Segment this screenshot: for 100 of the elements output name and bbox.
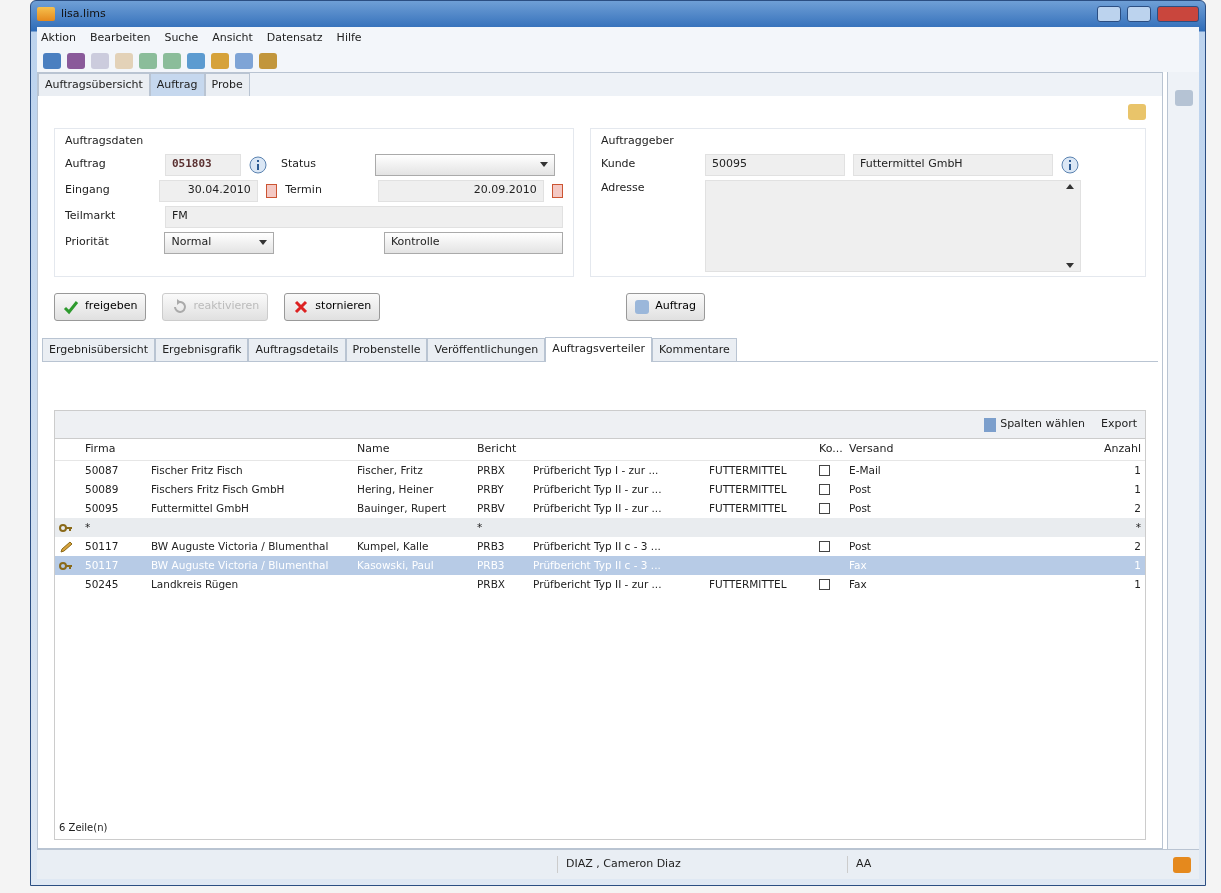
column-header: Ko...	[819, 441, 843, 458]
tab[interactable]: Veröffentlichungen	[427, 337, 546, 361]
info-button[interactable]	[249, 155, 267, 174]
scroll-down-icon	[1066, 262, 1074, 268]
customer-number-field[interactable]: 50095	[705, 153, 845, 176]
group-title: Auftraggeber	[601, 133, 675, 149]
menu-item[interactable]: Hilfe	[336, 30, 362, 47]
menu-item[interactable]: Suche	[164, 30, 199, 47]
refresh-icon	[171, 298, 188, 315]
action-button[interactable]: freigeben	[54, 292, 147, 321]
table-row[interactable]: 50117 BW Auguste Victoria / Blumenthal Kumpel, Kalle PRB3 Prüfbericht Typ II c - 3 ... Post 2	[55, 537, 1145, 556]
table-cell-text: Prüfbericht Typ II - zur ...	[533, 481, 662, 497]
tab[interactable]: Auftragsdetails	[248, 337, 346, 361]
window-title: lisa.lims	[61, 5, 106, 22]
table-cell-text: PRB3	[477, 557, 505, 573]
date-field[interactable]: 30.04.2010	[159, 179, 258, 202]
table-cell-text: Futtermittel GmbH	[151, 500, 249, 516]
table-cell-text: 1	[1134, 462, 1141, 478]
field-label: Kunde	[601, 156, 637, 173]
column-header: Anzahl	[1103, 441, 1141, 458]
dropdown-value: Normal	[171, 234, 212, 251]
menu-item[interactable]: Ansicht	[212, 30, 253, 47]
caret-icon	[540, 162, 548, 167]
address-field[interactable]	[705, 179, 1081, 272]
table-cell-text: 50117	[85, 538, 119, 554]
menu-item[interactable]: Datensatz	[266, 30, 323, 47]
table-cell-text: Prüfbericht Typ II c - 3 ...	[533, 538, 661, 554]
tab[interactable]: Auftragsverteiler	[545, 336, 653, 362]
checkbox[interactable]	[819, 484, 830, 495]
table-row[interactable]: 50087 Fischer Fritz Fisch Fischer, Fritz PRBX Prüfbericht Typ I - zur ... FUTTERMITTEL E-Mail 1	[55, 461, 1145, 480]
table-cell-text: 50089	[85, 481, 119, 497]
field-label: Auftrag	[65, 156, 107, 173]
field-label: Adresse	[601, 179, 646, 196]
toolbar-button[interactable]: Export	[1101, 416, 1137, 433]
action-button[interactable]: stornieren	[284, 292, 381, 321]
table-cell-text: Landkreis Rügen	[151, 576, 239, 592]
table-cell-text: E-Mail	[849, 462, 881, 478]
maximize-button[interactable]	[1127, 6, 1151, 22]
info-icon	[249, 155, 267, 174]
dropdown-field[interactable]: Kontrolle	[383, 231, 563, 254]
checkbox[interactable]	[819, 579, 830, 590]
table-cell-text: FUTTERMITTEL	[709, 500, 787, 516]
text-field[interactable]: FM	[165, 205, 563, 228]
field-label: Eingang	[65, 182, 111, 199]
column-header: Bericht	[477, 441, 517, 458]
table-cell-text: Fischer, Fritz	[357, 462, 423, 478]
table-cell-text: 1	[1134, 481, 1141, 497]
table-cell-text: Prüfbericht Typ I - zur ...	[533, 462, 659, 478]
table-row[interactable]: 50089 Fischers Fritz Fisch GmbH Hering, Heiner PRBY Prüfbericht Typ II - zur ... FUTTERMITTEL Post 1	[55, 480, 1145, 499]
checkbox[interactable]	[819, 541, 830, 552]
tab[interactable]: Auftrag	[149, 72, 205, 96]
tab[interactable]: Probe	[204, 72, 250, 96]
table-cell-text: Post	[849, 500, 871, 516]
field-label: Teilmarkt	[65, 208, 117, 225]
table-cell-text: Kumpel, Kalle	[357, 538, 429, 554]
table-cell-text: *	[1135, 519, 1141, 535]
table-cell-text: Fax	[849, 576, 867, 592]
column-header: Versand	[849, 441, 894, 458]
table-cell-text: Post	[849, 481, 871, 497]
table-cell-text: 50117	[85, 557, 119, 573]
tab[interactable]: Kommentare	[652, 337, 737, 361]
table-cell-text: FUTTERMITTEL	[709, 576, 787, 592]
table-row[interactable]: * * *	[55, 518, 1145, 537]
table-cell-text: 2	[1134, 538, 1141, 554]
table-row[interactable]: 50245 Landkreis Rügen PRBX Prüfbericht Typ II - zur ... FUTTERMITTEL Fax 1	[55, 575, 1145, 594]
menu-item[interactable]: Aktion	[41, 30, 76, 47]
priority-dropdown[interactable]: Normal	[164, 231, 274, 254]
tab[interactable]: Ergebnisgrafik	[155, 337, 249, 361]
table-cell-text: BW Auguste Victoria / Blumenthal	[151, 538, 329, 554]
table-cell-text: PRB3	[477, 538, 505, 554]
table-cell-text: 1	[1134, 576, 1141, 592]
info-button[interactable]	[1061, 155, 1079, 174]
column-header: Name	[357, 441, 390, 458]
tab[interactable]: Ergebnisübersicht	[42, 337, 156, 361]
order-button[interactable]: Auftrag	[626, 292, 705, 321]
table-cell-text: PRBX	[477, 576, 506, 592]
table-row[interactable]: 50095 Futtermittel GmbH Bauinger, Rupert PRBV Prüfbericht Typ II - zur ... FUTTERMITTEL Post 2	[55, 499, 1145, 518]
calendar-icon[interactable]	[265, 183, 278, 198]
calendar-icon[interactable]	[551, 183, 564, 198]
date-field[interactable]: 20.09.2010	[377, 179, 544, 202]
table-cell-text: *	[85, 519, 91, 535]
toolbar-button[interactable]: Spalten wählen	[984, 416, 1085, 433]
tab[interactable]: Auftragsübersicht	[38, 72, 150, 96]
table-cell-text: PRBV	[477, 500, 505, 516]
table-cell-text: FUTTERMITTEL	[709, 481, 787, 497]
cross-icon	[293, 298, 310, 315]
order-number-field[interactable]: 051803	[165, 153, 241, 176]
status-dropdown[interactable]	[375, 153, 555, 176]
table-cell-text: 1	[1134, 557, 1141, 573]
table-cell-text: 50245	[85, 576, 119, 592]
table-cell-text: PRBX	[477, 462, 506, 478]
table-cell-text: Post	[849, 538, 871, 554]
minimize-button[interactable]	[1097, 6, 1121, 22]
status-user: DIAZ , Cameron Diaz	[557, 856, 847, 873]
column-header: Firma	[85, 441, 116, 458]
checkbox[interactable]	[819, 503, 830, 514]
checkbox[interactable]	[819, 465, 830, 476]
menu-item[interactable]: Bearbeiten	[89, 30, 151, 47]
tab[interactable]: Probenstelle	[345, 337, 428, 361]
customer-name-field[interactable]: Futtermittel GmbH	[853, 153, 1053, 176]
